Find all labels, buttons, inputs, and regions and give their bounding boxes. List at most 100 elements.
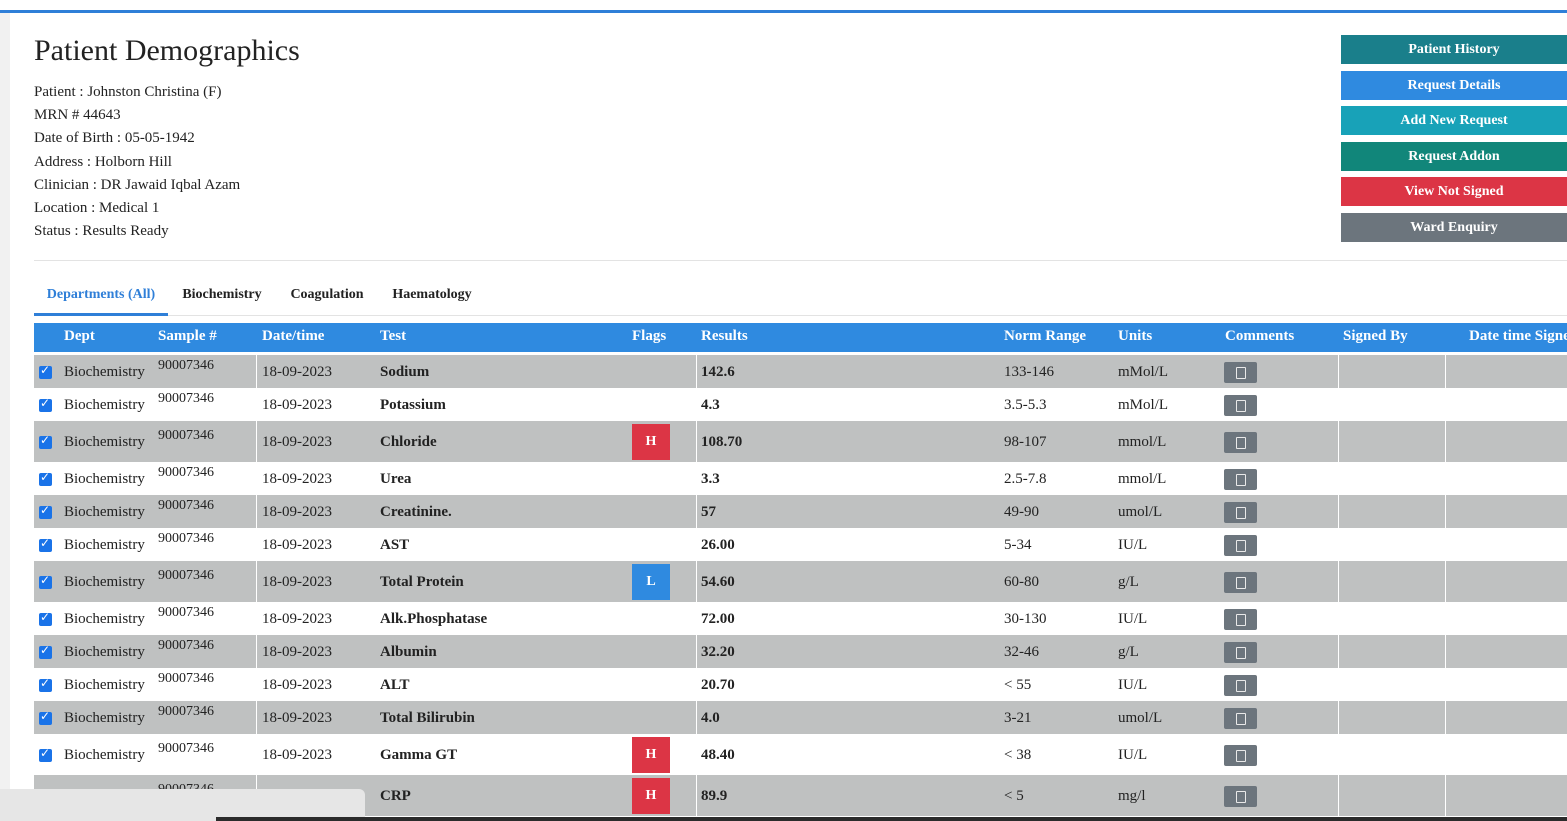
column-divider: [696, 495, 697, 528]
column-divider: [696, 635, 697, 668]
row-checkbox[interactable]: [39, 536, 52, 552]
units-cell: IU/L: [1118, 676, 1148, 693]
column-divider: [256, 421, 257, 462]
patient-status: Status : Results Ready: [34, 223, 169, 240]
tab-departments-all[interactable]: Departments (All): [34, 277, 168, 316]
header-comments: Comments: [1225, 328, 1295, 344]
row-checkbox[interactable]: [39, 470, 52, 486]
column-divider: [1338, 635, 1339, 668]
row-checkbox[interactable]: [39, 676, 52, 692]
range-cell: 133-146: [1004, 363, 1054, 380]
section-divider: [34, 260, 1567, 261]
comment-clipboard-icon[interactable]: [1224, 707, 1257, 729]
comment-clipboard-icon[interactable]: [1224, 571, 1257, 593]
ward-enquiry-button[interactable]: Ward Enquiry: [1341, 212, 1567, 242]
comment-clipboard-icon[interactable]: [1224, 785, 1257, 807]
request-details-button[interactable]: Request Details: [1341, 70, 1567, 100]
patient-history-button[interactable]: Patient History: [1341, 35, 1567, 64]
row-checkbox[interactable]: [39, 396, 52, 412]
comment-clipboard-icon[interactable]: [1224, 641, 1257, 663]
result-cell: 3.3: [701, 470, 720, 487]
range-cell: 3.5-5.3: [1004, 396, 1047, 413]
view-not-signed-button[interactable]: View Not Signed: [1341, 177, 1567, 207]
patient-address: Address : Holborn Hill: [34, 153, 172, 170]
column-divider: [1338, 668, 1339, 701]
range-cell: 60-80: [1004, 573, 1039, 590]
dept-cell: Biochemistry: [64, 676, 145, 693]
column-divider: [256, 701, 257, 734]
row-checkbox[interactable]: [39, 643, 52, 659]
row-checkbox[interactable]: [39, 363, 52, 379]
column-divider: [1445, 734, 1446, 775]
datetime-cell: 18-09-2023: [262, 433, 332, 450]
column-divider: [1338, 462, 1339, 495]
datetime-cell: 18-09-2023: [262, 470, 332, 487]
test-cell: CRP: [380, 787, 411, 804]
result-cell: 20.70: [701, 676, 735, 693]
units-cell: mMol/L: [1118, 363, 1169, 380]
table-row: Biochemistry 90007346 18-09-2023 AST 26.00 5-…: [34, 528, 1567, 561]
comment-clipboard-icon[interactable]: [1224, 468, 1257, 490]
row-checkbox[interactable]: [39, 610, 52, 626]
test-cell: AST: [380, 536, 410, 553]
range-cell: 32-46: [1004, 643, 1039, 660]
column-divider: [696, 421, 697, 462]
row-checkbox[interactable]: [39, 503, 52, 519]
row-checkbox[interactable]: [39, 709, 52, 725]
result-cell: 32.20: [701, 643, 735, 660]
column-divider: [256, 561, 257, 602]
comment-clipboard-icon[interactable]: [1224, 431, 1257, 453]
comment-clipboard-icon[interactable]: [1224, 674, 1257, 696]
comment-clipboard-icon[interactable]: [1224, 534, 1257, 556]
tab-coagulation[interactable]: Coagulation: [284, 277, 370, 313]
comment-clipboard-icon[interactable]: [1224, 501, 1257, 523]
flag-badge: L: [632, 563, 670, 600]
header-units: Units: [1118, 328, 1153, 344]
tab-haematology[interactable]: Haematology: [386, 277, 478, 313]
comment-clipboard-icon[interactable]: [1224, 744, 1257, 766]
sample-cell: 90007346: [158, 390, 214, 406]
header-norm-range: Norm Range: [1004, 328, 1087, 344]
column-divider: [1338, 775, 1339, 816]
column-divider: [1445, 388, 1446, 421]
result-cell: 57: [701, 503, 716, 520]
request-addon-button[interactable]: Request Addon: [1341, 141, 1567, 171]
comment-clipboard-icon[interactable]: [1224, 608, 1257, 630]
units-cell: IU/L: [1118, 610, 1148, 627]
dept-cell: Biochemistry: [64, 433, 145, 450]
result-cell: 89.9: [701, 787, 728, 804]
units-cell: mmol/L: [1118, 433, 1167, 450]
sample-cell: 90007346: [158, 604, 214, 620]
patient-name: Patient : Johnston Christina (F): [34, 84, 222, 100]
row-checkbox[interactable]: [39, 433, 52, 449]
result-cell: 108.70: [701, 433, 743, 450]
comment-clipboard-icon[interactable]: [1224, 361, 1257, 383]
comment-clipboard-icon[interactable]: [1224, 394, 1257, 416]
row-checkbox[interactable]: [39, 573, 52, 589]
top-accent-bar: [0, 0, 1567, 13]
row-checkbox[interactable]: [39, 746, 52, 762]
column-divider: [256, 495, 257, 528]
result-cell: 4.3: [701, 396, 720, 413]
test-cell: Albumin: [380, 643, 437, 660]
datetime-cell: 18-09-2023: [262, 573, 332, 590]
flag-badge: H: [632, 777, 670, 814]
add-new-request-button[interactable]: Add New Request: [1341, 106, 1567, 136]
header-dept: Dept: [64, 328, 95, 344]
table-row: Biochemistry 90007346 18-09-2023 Potassium 4…: [34, 388, 1567, 421]
column-divider: [256, 668, 257, 701]
sample-cell: 90007346: [158, 637, 214, 653]
dept-cell: Biochemistry: [64, 709, 145, 726]
dept-cell: Biochemistry: [64, 746, 145, 763]
result-cell: 54.60: [701, 573, 735, 590]
range-cell: 49-90: [1004, 503, 1039, 520]
dept-cell: Biochemistry: [64, 643, 145, 660]
action-buttons: Patient History Request Details Add New …: [1341, 35, 1567, 249]
test-cell: Potassium: [380, 396, 446, 413]
table-header: Dept Sample # Date/time Test Flags Resul…: [34, 323, 1567, 352]
test-cell: Total Protein: [380, 573, 464, 590]
column-divider: [1445, 495, 1446, 528]
tab-biochemistry[interactable]: Biochemistry: [174, 277, 270, 313]
patient-clinician: Clinician : DR Jawaid Iqbal Azam: [34, 176, 241, 193]
column-divider: [1338, 734, 1339, 775]
